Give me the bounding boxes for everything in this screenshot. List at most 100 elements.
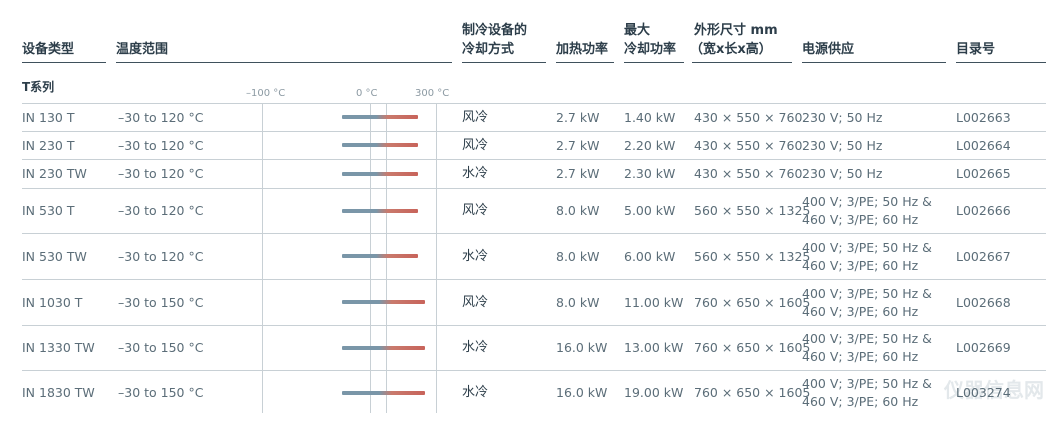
cell-max-cooling: 2.30 kW <box>624 166 676 181</box>
cell-dims: 760 × 650 × 1605 <box>694 385 811 400</box>
header-underline-range <box>116 62 452 63</box>
cell-power-line2: 460 V; 3/PE; 60 Hz <box>802 349 919 364</box>
temperature-range-bar <box>341 208 419 213</box>
cell-catalog: L002667 <box>956 248 1011 264</box>
temperature-range-bar <box>341 171 419 176</box>
cell-power-line1: 400 V; 3/PE; 50 Hz & <box>802 239 932 255</box>
cell-cooling: 水冷 <box>462 166 489 181</box>
cell-dims: 430 × 550 × 760 <box>694 109 803 125</box>
header-underline-power <box>802 62 946 63</box>
cell-power-line1: 400 V; 3/PE; 50 Hz & <box>802 376 932 391</box>
cell-cooling: 风冷 <box>462 294 489 310</box>
header-dims-line2: （宽x长x高） <box>690 42 772 57</box>
header-max-line2: 冷却功率 <box>624 42 677 57</box>
cell-power-line1: 230 V; 50 Hz <box>802 137 883 153</box>
cell-catalog: L002668 <box>956 294 1011 310</box>
cell-heating: 2.7 kW <box>556 109 600 125</box>
scale-zero-label: 0 °C <box>356 88 378 99</box>
cell-power-line1: 230 V; 50 Hz <box>802 166 883 181</box>
cell-power-line2: 460 V; 3/PE; 60 Hz <box>802 394 919 409</box>
cell-power-line1: 400 V; 3/PE; 50 Hz & <box>802 285 932 301</box>
cell-cooling: 水冷 <box>462 385 489 400</box>
header-power: 电源供应 <box>802 42 855 57</box>
cell-cooling: 水冷 <box>462 340 489 355</box>
cell-power-line1: 400 V; 3/PE; 50 Hz & <box>802 194 932 209</box>
cell-catalog: L002666 <box>956 203 1011 218</box>
cell-range: –30 to 120 °C <box>118 109 204 125</box>
cell-range: –30 to 120 °C <box>118 166 204 181</box>
temperature-range-bar <box>341 254 419 258</box>
cell-dims: 560 × 550 × 1325 <box>694 248 811 264</box>
cell-cooling: 风冷 <box>462 137 489 153</box>
header-max-line1: 最大 <box>624 23 651 38</box>
cell-power-line2: 460 V; 3/PE; 60 Hz <box>802 257 919 273</box>
cell-max-cooling: 1.40 kW <box>624 109 676 125</box>
cell-max-cooling: 6.00 kW <box>624 248 676 264</box>
header-cooling-line2: 冷却方式 <box>462 42 515 57</box>
header-underline-type <box>22 62 106 63</box>
cell-dims: 560 × 550 × 1325 <box>694 203 811 218</box>
header-underline-cooling <box>462 62 546 63</box>
temperature-range-bar <box>341 345 425 350</box>
temperature-range-bar <box>341 143 419 147</box>
temperature-range-bar <box>341 115 419 119</box>
cell-type: IN 1330 TW <box>22 340 95 355</box>
header-underline-catalog <box>956 62 1046 63</box>
cell-type: IN 1030 T <box>22 294 83 310</box>
cell-type: IN 230 TW <box>22 166 87 181</box>
cell-heating: 8.0 kW <box>556 294 600 310</box>
cell-catalog: L002669 <box>956 340 1011 355</box>
cell-dims: 430 × 550 × 760 <box>694 137 803 153</box>
cell-power-line1: 230 V; 50 Hz <box>802 109 883 125</box>
scale-min-label: –100 °C <box>246 88 286 99</box>
cell-catalog: L002663 <box>956 109 1011 125</box>
section-title: T系列 <box>22 80 55 94</box>
cell-type: IN 530 T <box>22 203 75 218</box>
cell-catalog: L002664 <box>956 137 1011 153</box>
cell-cooling: 风冷 <box>462 109 489 125</box>
cell-max-cooling: 13.00 kW <box>624 340 684 355</box>
cell-max-cooling: 11.00 kW <box>624 294 684 310</box>
cell-catalog: L002665 <box>956 166 1011 181</box>
cell-type: IN 230 T <box>22 137 75 153</box>
cell-heating: 8.0 kW <box>556 203 600 218</box>
cell-dims: 760 × 650 × 1605 <box>694 294 811 310</box>
cell-heating: 2.7 kW <box>556 137 600 153</box>
cell-type: IN 530 TW <box>22 248 87 264</box>
cell-type: IN 1830 TW <box>22 385 95 400</box>
cell-cooling: 水冷 <box>462 248 489 264</box>
cell-type: IN 130 T <box>22 109 75 125</box>
cell-power-line2: 460 V; 3/PE; 60 Hz <box>802 212 919 227</box>
cell-power-line1: 400 V; 3/PE; 50 Hz & <box>802 331 932 346</box>
cell-heating: 16.0 kW <box>556 385 608 400</box>
cell-heating: 16.0 kW <box>556 340 608 355</box>
header-underline-heating <box>556 62 614 63</box>
cell-range: –30 to 120 °C <box>118 137 204 153</box>
cell-heating: 2.7 kW <box>556 166 600 181</box>
cell-range: –30 to 120 °C <box>118 248 204 264</box>
header-underline-dims <box>692 62 792 63</box>
cell-range: –30 to 150 °C <box>118 294 204 310</box>
temperature-range-bar <box>341 390 425 395</box>
temperature-range-bar <box>341 300 425 304</box>
cell-power-line2: 460 V; 3/PE; 60 Hz <box>802 303 919 319</box>
cell-max-cooling: 2.20 kW <box>624 137 676 153</box>
scale-max-label: 300 °C <box>415 88 450 99</box>
cell-cooling: 风冷 <box>462 203 489 218</box>
cell-catalog: L003274 <box>956 385 1011 400</box>
cell-dims: 760 × 650 × 1605 <box>694 340 811 355</box>
header-cooling-line1: 制冷设备的 <box>462 23 528 38</box>
cell-max-cooling: 5.00 kW <box>624 203 676 218</box>
header-underline-max <box>624 62 684 63</box>
cell-max-cooling: 19.00 kW <box>624 385 684 400</box>
cell-range: –30 to 150 °C <box>118 340 204 355</box>
header-catalog: 目录号 <box>956 42 996 57</box>
header-heating: 加热功率 <box>556 42 609 57</box>
header-type: 设备类型 <box>22 42 75 57</box>
header-range: 温度范围 <box>116 42 169 57</box>
cell-heating: 8.0 kW <box>556 248 600 264</box>
cell-dims: 430 × 550 × 760 <box>694 166 803 181</box>
cell-range: –30 to 150 °C <box>118 385 204 400</box>
cell-range: –30 to 120 °C <box>118 203 204 218</box>
header-dims-line1: 外形尺寸 mm <box>694 23 778 38</box>
